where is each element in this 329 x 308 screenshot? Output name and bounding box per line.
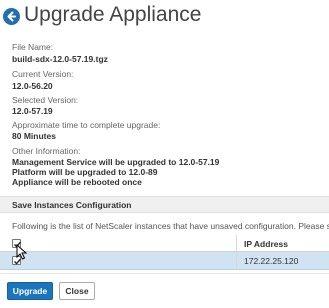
ip-address-cell: 172.22.25.120 bbox=[244, 256, 299, 266]
mouse-pointer-icon bbox=[16, 244, 28, 260]
instances-description: Following is the list of NetScaler insta… bbox=[12, 221, 329, 231]
selected-version-label: Selected Version: bbox=[12, 95, 79, 105]
current-version-value: 12.0-56.20 bbox=[12, 81, 53, 91]
column-header-ip-address[interactable]: IP Address bbox=[244, 239, 288, 249]
footer-divider bbox=[0, 273, 329, 274]
upgrade-button[interactable]: Upgrade bbox=[7, 282, 53, 300]
selected-version-value: 12.0-57.19 bbox=[12, 106, 53, 116]
file-name-value: build-sdx-12.0-57.19.tgz bbox=[12, 54, 108, 64]
close-button[interactable]: Close bbox=[59, 282, 95, 300]
other-information-label: Other Information: bbox=[12, 146, 81, 156]
upgrade-time-label: Approximate time to complete upgrade: bbox=[12, 120, 161, 130]
column-divider bbox=[236, 235, 237, 270]
other-info-line-1: Management Service will be upgraded to 1… bbox=[12, 157, 220, 167]
page-title: Upgrade Appliance bbox=[24, 3, 202, 26]
upgrade-time-value: 80 Minutes bbox=[12, 131, 56, 141]
file-name-label: File Name: bbox=[12, 42, 54, 52]
other-info-line-3: Appliance will be rebooted once bbox=[12, 177, 142, 187]
other-info-line-2: Platform will be upgraded to 12.0-89 bbox=[12, 167, 158, 177]
back-arrow-icon[interactable] bbox=[3, 8, 20, 25]
current-version-label: Current Version: bbox=[12, 69, 74, 79]
section-title: Save Instances Configuration bbox=[12, 200, 132, 210]
save-instances-section-header: Save Instances Configuration bbox=[0, 196, 329, 213]
page-header: Upgrade Appliance bbox=[0, 0, 329, 34]
